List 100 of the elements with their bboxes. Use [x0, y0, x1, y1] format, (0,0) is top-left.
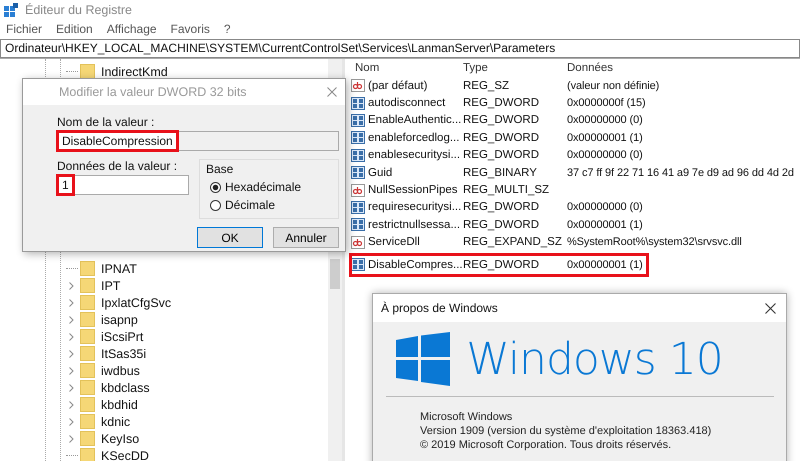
- radio-label[interactable]: Hexadécimale: [225, 180, 302, 194]
- chevron-icon[interactable]: [69, 298, 74, 306]
- ok-button[interactable]: OK: [197, 227, 263, 248]
- folder-icon: [80, 380, 95, 395]
- chevron-icon[interactable]: [69, 332, 74, 340]
- value-name[interactable]: enablesecuritysi...: [368, 149, 460, 162]
- scroll-thumb[interactable]: [330, 259, 340, 289]
- tree-item[interactable]: iwdbus: [101, 364, 140, 378]
- folder-icon: [80, 448, 95, 461]
- chevron-icon[interactable]: [69, 366, 74, 374]
- folder-icon: [80, 312, 95, 327]
- value-name[interactable]: NullSessionPipes: [368, 184, 458, 196]
- binary-value-icon: [351, 114, 365, 127]
- value-data: 0x00000000 (0): [567, 149, 643, 162]
- radio-button[interactable]: [210, 182, 221, 192]
- binary-value-icon: [351, 96, 365, 110]
- close-icon[interactable]: [765, 302, 776, 314]
- chevron-icon[interactable]: [69, 316, 74, 324]
- chevron-icon[interactable]: [69, 384, 74, 392]
- value-type: REG_DWORD: [463, 218, 540, 231]
- tree-item[interactable]: ItSas35i: [101, 346, 146, 360]
- folder-icon: [80, 414, 95, 429]
- string-value-icon: [351, 184, 365, 197]
- value-name[interactable]: DisableCompres...: [368, 258, 463, 271]
- value-name[interactable]: restrictnullsessa...: [368, 218, 460, 231]
- value-name[interactable]: Guid: [368, 166, 392, 179]
- menu-item[interactable]: Fichier: [6, 22, 42, 36]
- cancel-button[interactable]: Annuler: [273, 227, 339, 248]
- value-data: %SystemRoot%\system32\srvsvc.dll: [567, 236, 742, 248]
- value-name[interactable]: enableforcedlog...: [368, 132, 460, 144]
- chevron-icon[interactable]: [69, 434, 74, 442]
- tree-item[interactable]: isapnp: [101, 312, 138, 326]
- value-name-field[interactable]: DisableCompression: [57, 131, 339, 151]
- folder-icon: [80, 363, 95, 378]
- group-label: Base: [206, 162, 234, 176]
- folder-icon: [80, 295, 95, 310]
- tree-item[interactable]: kbdhid: [101, 398, 138, 412]
- binary-value-icon: [351, 148, 365, 162]
- radio-label[interactable]: Décimale: [225, 198, 276, 212]
- tree-item[interactable]: IpxlatCfgSvc: [101, 296, 172, 310]
- registry-editor-icon: [4, 3, 18, 17]
- chevron-icon[interactable]: [69, 418, 74, 426]
- chevron-icon[interactable]: [69, 350, 74, 358]
- tree-item[interactable]: IndirectKmd: [101, 64, 168, 78]
- folder-icon: [80, 431, 95, 446]
- radio-button[interactable]: [210, 200, 221, 210]
- menu-item[interactable]: Edition: [56, 22, 93, 36]
- value-name[interactable]: requiresecuritysi...: [368, 201, 462, 214]
- value-data-field[interactable]: 1: [57, 175, 189, 195]
- value-data: 0x00000001 (1): [567, 218, 643, 231]
- binary-value-icon: [351, 258, 365, 272]
- chevron-icon[interactable]: [69, 400, 74, 408]
- chevron-icon[interactable]: [69, 282, 74, 290]
- menu-item[interactable]: Favoris: [170, 22, 210, 36]
- value-data: 0x00000000 (0): [567, 201, 643, 214]
- info-text: Microsoft Windows: [420, 411, 514, 423]
- tree-item[interactable]: kdnic: [101, 414, 130, 428]
- windows-logo-icon: [396, 332, 450, 386]
- info-text: © 2019 Microsoft Corporation. Tous droits réservés.: [420, 439, 672, 451]
- value-name[interactable]: ServiceDll: [368, 236, 420, 248]
- binary-value-icon: [351, 218, 365, 232]
- value-name[interactable]: autodisconnect: [368, 97, 446, 110]
- value-type: REG_DWORD: [463, 132, 540, 144]
- dialog-title: À propos de Windows: [381, 301, 498, 315]
- value-data: 0x00000001 (1): [567, 132, 643, 144]
- column-header[interactable]: Type: [463, 62, 567, 74]
- string-value-icon: [351, 79, 365, 92]
- tree-item[interactable]: KSecDD: [101, 448, 149, 461]
- folder-icon: [80, 261, 95, 276]
- column-header[interactable]: Données: [567, 62, 614, 74]
- value-name[interactable]: (par défaut): [368, 80, 428, 92]
- value-type: REG_DWORD: [463, 97, 540, 110]
- dialog-title: Modifier la valeur DWORD 32 bits: [59, 85, 247, 99]
- tree-item[interactable]: kbdclass: [101, 380, 150, 394]
- value-type: REG_EXPAND_SZ: [463, 236, 563, 248]
- value-type: REG_MULTI_SZ: [463, 184, 550, 196]
- folder-icon: [80, 64, 95, 79]
- binary-value-icon: [351, 131, 365, 144]
- folder-icon: [80, 278, 95, 293]
- address-bar[interactable]: Ordinateur\HKEY_LOCAL_MACHINE\SYSTEM\CurrentControlSet\Services\LanmanServer\Parameters: [0, 39, 800, 58]
- value-type: REG_DWORD: [463, 114, 540, 126]
- menu-item[interactable]: Affichage: [106, 22, 157, 36]
- tree-item[interactable]: KeyIso: [101, 432, 140, 446]
- binary-value-icon: [351, 166, 365, 180]
- column-header[interactable]: Nom: [351, 62, 463, 74]
- menu-item[interactable]: ?: [224, 22, 231, 36]
- tree-item[interactable]: IPT: [101, 278, 120, 292]
- string-value-icon: [351, 236, 365, 249]
- value-type: REG_DWORD: [463, 201, 540, 214]
- tree-item[interactable]: iScsiPrt: [101, 330, 144, 344]
- value-data: 37 c7 ff 9f 22 71 16 41 a9 7e d9 ad 96 dd 4d 2d: [567, 166, 794, 179]
- value-name[interactable]: EnableAuthentic...: [368, 114, 462, 126]
- value-type: REG_SZ: [463, 80, 510, 92]
- folder-icon: [80, 329, 95, 344]
- value-data: 0x0000000f (15): [567, 97, 646, 110]
- value-type: REG_DWORD: [463, 258, 540, 271]
- value-data: (valeur non définie): [567, 80, 660, 92]
- info-text: Version 1909 (version du système d'exploitation 18363.418): [420, 425, 712, 437]
- logo-text: Windows 10: [466, 334, 723, 384]
- tree-item[interactable]: IPNAT: [101, 262, 137, 276]
